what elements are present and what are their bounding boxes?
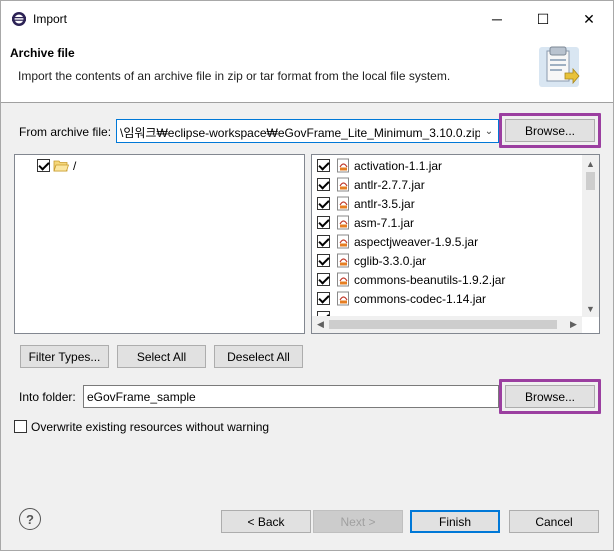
file-item-checkbox[interactable] [317,273,330,286]
jar-file-icon [336,177,351,192]
page-description: Import the contents of an archive file i… [18,69,451,83]
scroll-up-icon[interactable]: ▲ [582,155,599,172]
from-archive-label: From archive file: [19,125,112,139]
scroll-down-icon[interactable]: ▼ [582,300,599,317]
scroll-thumb[interactable] [586,172,595,190]
file-item-label: antlr-3.5.jar [354,197,415,211]
horizontal-scrollbar[interactable]: ◀ ▶ [312,316,582,333]
file-item-label: commons-beanutils-1.9.2.jar [354,273,506,287]
import-dialog: Import ─ ☐ ✕ Archive file Import the con… [0,0,614,551]
file-item-label: activation-1.1.jar [354,159,443,173]
jar-file-icon [336,272,351,287]
file-item-checkbox[interactable] [317,216,330,229]
file-list-item[interactable]: commons-beanutils-1.9.2.jar [312,270,582,289]
back-button[interactable]: < Back [221,510,311,533]
minimize-button[interactable]: ─ [474,1,520,37]
deselect-all-button[interactable]: Deselect All [214,345,303,368]
scroll-thumb[interactable] [329,320,557,329]
file-item-label: cglib-3.3.0.jar [354,254,427,268]
file-item-checkbox[interactable] [317,197,330,210]
file-item-label: commons-codec-1.14.jar [354,292,487,306]
file-list-item[interactable]: commons-codec-1.14.jar [312,289,582,308]
file-item-label: antlr-2.7.7.jar [354,178,425,192]
eclipse-icon [12,12,26,26]
wizard-header: Archive file Import the contents of an a… [1,37,613,103]
overwrite-label: Overwrite existing resources without war… [31,420,270,434]
file-item-checkbox[interactable] [317,254,330,267]
scroll-right-icon[interactable]: ▶ [565,316,582,333]
tree-item[interactable]: / [15,156,285,175]
archive-import-icon [539,46,580,87]
overwrite-checkbox[interactable] [14,420,27,433]
window-title: Import [33,12,68,26]
next-button[interactable]: Next > [313,510,403,533]
file-list[interactable]: activation-1.1.jar antlr-2.7.7.jar antlr-3… [311,154,600,334]
vertical-scrollbar[interactable]: ▲ ▼ [582,155,599,317]
file-list-item[interactable]: cglib-3.3.0.jar [312,251,582,270]
file-item-checkbox[interactable] [317,159,330,172]
help-icon[interactable]: ? [19,508,41,530]
into-folder-value: eGovFrame_sample [87,390,196,404]
tree-item-label: / [73,159,77,173]
file-list-item[interactable]: antlr-2.7.7.jar [312,175,582,194]
page-title: Archive file [10,46,75,60]
tree-item-checkbox[interactable] [37,159,50,172]
filter-types-button[interactable]: Filter Types... [20,345,109,368]
file-item-label: asm-7.1.jar [354,216,415,230]
file-item-label: aspectjweaver-1.9.5.jar [354,235,479,249]
file-item-checkbox[interactable] [317,292,330,305]
into-folder-label: Into folder: [19,390,76,404]
chevron-down-icon[interactable]: ⌄ [480,120,498,142]
highlight-box [499,113,601,148]
jar-file-icon [336,253,351,268]
folder-tree[interactable]: / [14,154,305,334]
title-bar: Import ─ ☐ ✕ [1,1,613,37]
highlight-box [499,379,601,414]
select-all-button[interactable]: Select All [117,345,206,368]
file-list-item[interactable]: activation-1.1.jar [312,156,582,175]
file-list-item[interactable]: aspectjweaver-1.9.5.jar [312,232,582,251]
file-list-item[interactable]: asm-7.1.jar [312,213,582,232]
scroll-left-icon[interactable]: ◀ [312,316,329,333]
archive-path-value: \임워크₩eclipse-workspace₩eGovFrame_Lite_Mi… [120,126,482,140]
folder-open-icon [53,160,69,172]
archive-path-combo[interactable]: \임워크₩eclipse-workspace₩eGovFrame_Lite_Mi… [116,119,499,143]
cancel-button[interactable]: Cancel [509,510,599,533]
file-item-checkbox[interactable] [317,235,330,248]
into-folder-input[interactable]: eGovFrame_sample [83,385,499,408]
jar-file-icon [336,215,351,230]
jar-file-icon [336,196,351,211]
jar-file-icon [336,234,351,249]
finish-button[interactable]: Finish [410,510,500,533]
file-item-checkbox[interactable] [317,178,330,191]
file-list-item[interactable]: antlr-3.5.jar [312,194,582,213]
jar-file-icon [336,291,351,306]
close-button[interactable]: ✕ [566,1,612,37]
jar-file-icon [336,158,351,173]
maximize-button[interactable]: ☐ [520,1,566,37]
